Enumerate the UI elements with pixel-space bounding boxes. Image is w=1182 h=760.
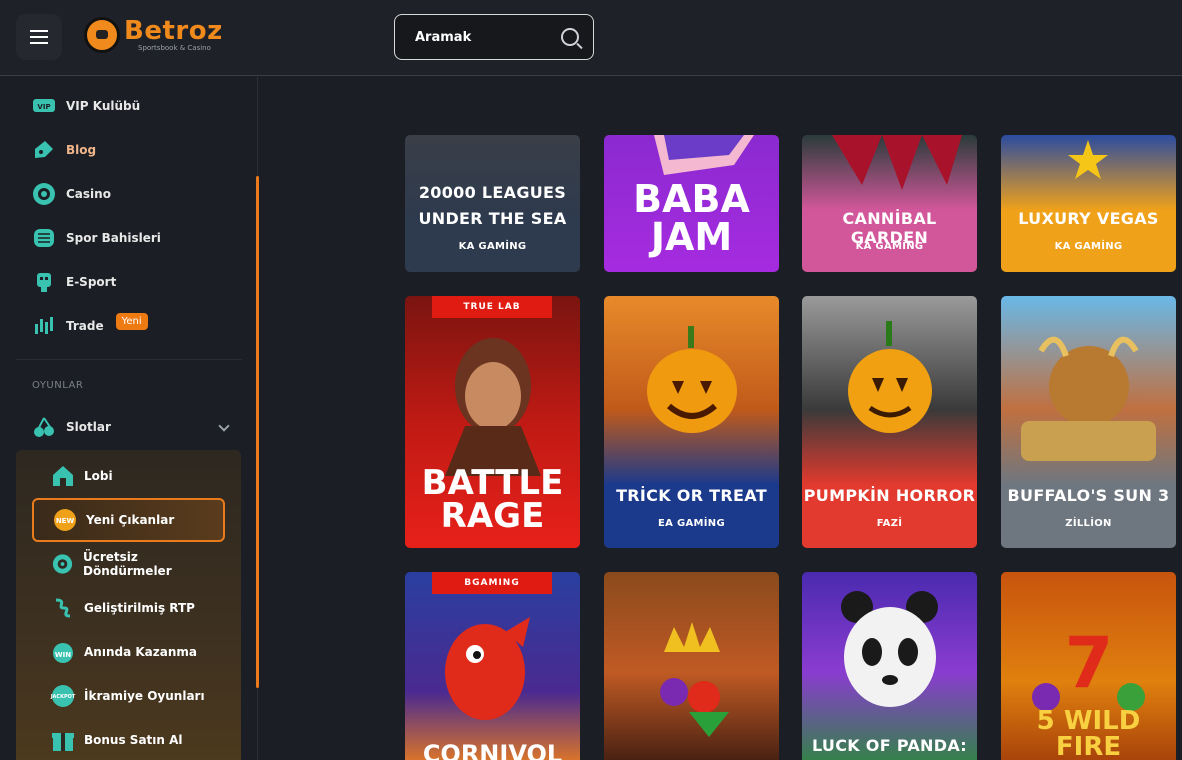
- game-provider: ZİLLİON: [1065, 518, 1112, 529]
- submenu-item-enhanced-rtp[interactable]: Geliştirilmiş RTP: [32, 586, 225, 630]
- search-icon[interactable]: [561, 28, 579, 46]
- game-title: PUMPKİN HORROR: [803, 486, 976, 505]
- submenu-item-jackpot[interactable]: JACKPOT İkramiye Oyunları: [32, 674, 225, 718]
- divider: [16, 359, 242, 360]
- submenu-item-new-releases[interactable]: NEW Yeni Çıkanlar: [32, 498, 225, 542]
- game-card[interactable]: 7 5 WILD FIRE: [1001, 572, 1176, 760]
- esport-icon: [32, 270, 56, 294]
- free-spins-icon: [52, 554, 73, 574]
- game-title: LUCK OF PANDA:: [811, 736, 968, 755]
- rtp-icon: [55, 598, 71, 618]
- slots-submenu: Lobi NEW Yeni Çıkanlar Ücretsiz Döndürme…: [16, 450, 241, 760]
- sidebar-item-label: VIP Kulübü: [66, 99, 141, 113]
- new-badge: Yeni: [115, 312, 148, 330]
- sidebar-item-label: Spor Bahisleri: [66, 231, 161, 245]
- sidebar-item-vip[interactable]: VIP VIP Kulübü: [32, 90, 140, 122]
- game-title: TRİCK OR TREAT: [616, 486, 767, 505]
- game-card[interactable]: TRİCK OR TREAT EA GAMİNG: [604, 296, 779, 548]
- gift-icon: [52, 733, 74, 751]
- submenu-item-label: Geliştirilmiş RTP: [84, 601, 195, 615]
- game-card[interactable]: LUCK OF PANDA:: [802, 572, 977, 760]
- game-provider: FAZİ: [876, 518, 903, 529]
- casino-chip-icon: [32, 182, 56, 206]
- game-card[interactable]: LUXURY VEGAS KA GAMİNG: [1001, 135, 1176, 272]
- section-title-games: OYUNLAR: [32, 380, 84, 391]
- sidebar-scrollbar[interactable]: [256, 176, 259, 688]
- game-title: UNDER THE SEA: [418, 209, 567, 228]
- sidebar-item-slots[interactable]: Slotlar: [32, 411, 111, 443]
- search-input[interactable]: [415, 29, 561, 45]
- svg-text:VIP: VIP: [37, 103, 50, 111]
- submenu-item-free-spins[interactable]: Ücretsiz Döndürmeler: [32, 542, 225, 586]
- game-card[interactable]: [604, 572, 779, 760]
- submenu-item-label: Yeni Çıkanlar: [86, 513, 175, 527]
- logo-mascot-icon: [84, 17, 120, 53]
- submenu-item-instant-win[interactable]: WIN Anında Kazanma: [32, 630, 225, 674]
- game-provider: KA GAMİNG: [458, 241, 527, 252]
- svg-text:7: 7: [1065, 622, 1114, 704]
- logo-tagline: Sportsbook & Casino: [138, 44, 211, 52]
- sidebar-item-casino[interactable]: Casino: [32, 178, 111, 210]
- game-title: LUXURY VEGAS: [1018, 209, 1159, 228]
- game-art-title: JAM: [650, 215, 733, 259]
- game-card[interactable]: BGAMING CORNIVOL: [405, 572, 580, 760]
- game-title: 20000 LEAGUES: [418, 183, 567, 202]
- sidebar-item-trade[interactable]: Trade Yeni: [32, 310, 148, 342]
- sidebar-item-blog[interactable]: Blog: [32, 134, 96, 166]
- submenu-item-bonus-buy[interactable]: Bonus Satın Al: [32, 718, 225, 760]
- new-badge-icon: NEW: [54, 509, 76, 531]
- sidebar-item-sports[interactable]: Spor Bahisleri: [32, 222, 161, 254]
- blog-icon: [32, 138, 56, 162]
- game-provider: EA GAMİNG: [658, 518, 725, 529]
- logo[interactable]: Betroz Sportsbook & Casino: [84, 17, 223, 53]
- submenu-item-label: Bonus Satın Al: [84, 733, 183, 747]
- game-studio-tag: TRUE LAB: [432, 296, 552, 318]
- game-card[interactable]: BUFFALO'S SUN 3 ZİLLİON: [1001, 296, 1176, 548]
- submenu-item-label: Anında Kazanma: [84, 645, 197, 659]
- sidebar-item-label: Blog: [66, 143, 97, 157]
- svg-text:NEW: NEW: [56, 517, 75, 525]
- game-card[interactable]: TRUE LAB BATTLE RAGE: [405, 296, 580, 548]
- chevron-down-icon[interactable]: [218, 420, 230, 432]
- instant-win-icon: WIN: [53, 643, 73, 663]
- logo-name: Betroz: [124, 16, 223, 46]
- game-title: BUFFALO'S SUN 3: [1007, 486, 1170, 505]
- game-studio-tag: BGAMING: [432, 572, 552, 594]
- game-art-title: 5 WILD FIRE: [1036, 706, 1141, 760]
- trade-chart-icon: [32, 314, 56, 338]
- svg-text:JACKPOT: JACKPOT: [50, 694, 76, 700]
- sidebar-item-label: Trade: [66, 319, 104, 333]
- sidebar: VIP VIP Kulübü Blog Casino Spor Bahisler…: [0, 77, 258, 760]
- jackpot-icon: JACKPOT: [50, 685, 76, 707]
- submenu-item-label: Lobi: [84, 469, 113, 483]
- game-provider: KA GAMİNG: [855, 241, 924, 252]
- top-header: Betroz Sportsbook & Casino: [0, 0, 1182, 76]
- submenu-item-lobby[interactable]: Lobi: [32, 454, 225, 498]
- submenu-item-label: Ücretsiz Döndürmeler: [83, 550, 172, 578]
- game-card[interactable]: BABA JAM: [604, 135, 779, 272]
- game-art-title: BABA: [633, 177, 750, 221]
- hamburger-menu-button[interactable]: [16, 14, 62, 60]
- sports-icon: [32, 226, 56, 250]
- game-art-title: BATTLE: [421, 463, 564, 503]
- cherries-icon: [32, 415, 56, 439]
- vip-icon: VIP: [32, 94, 56, 118]
- game-card[interactable]: PUMPKİN HORROR FAZİ: [802, 296, 977, 548]
- game-card[interactable]: CANNİBAL GARDEN KA GAMİNG: [802, 135, 977, 272]
- svg-text:WIN: WIN: [55, 651, 71, 659]
- submenu-item-label: İkramiye Oyunları: [84, 689, 205, 703]
- sidebar-item-esport[interactable]: E-Sport: [32, 266, 116, 298]
- home-icon: [53, 466, 73, 486]
- sidebar-item-label: Slotlar: [66, 420, 111, 434]
- sidebar-item-label: Casino: [66, 187, 111, 201]
- search-box[interactable]: [394, 14, 594, 60]
- game-art-title: CORNIVOL: [422, 740, 563, 760]
- game-provider: KA GAMİNG: [1054, 241, 1123, 252]
- game-card[interactable]: 20000 LEAGUES UNDER THE SEA KA GAMİNG: [405, 135, 580, 272]
- sidebar-item-label: E-Sport: [66, 275, 117, 289]
- game-art-title: RAGE: [440, 496, 545, 536]
- hamburger-icon: [30, 30, 48, 44]
